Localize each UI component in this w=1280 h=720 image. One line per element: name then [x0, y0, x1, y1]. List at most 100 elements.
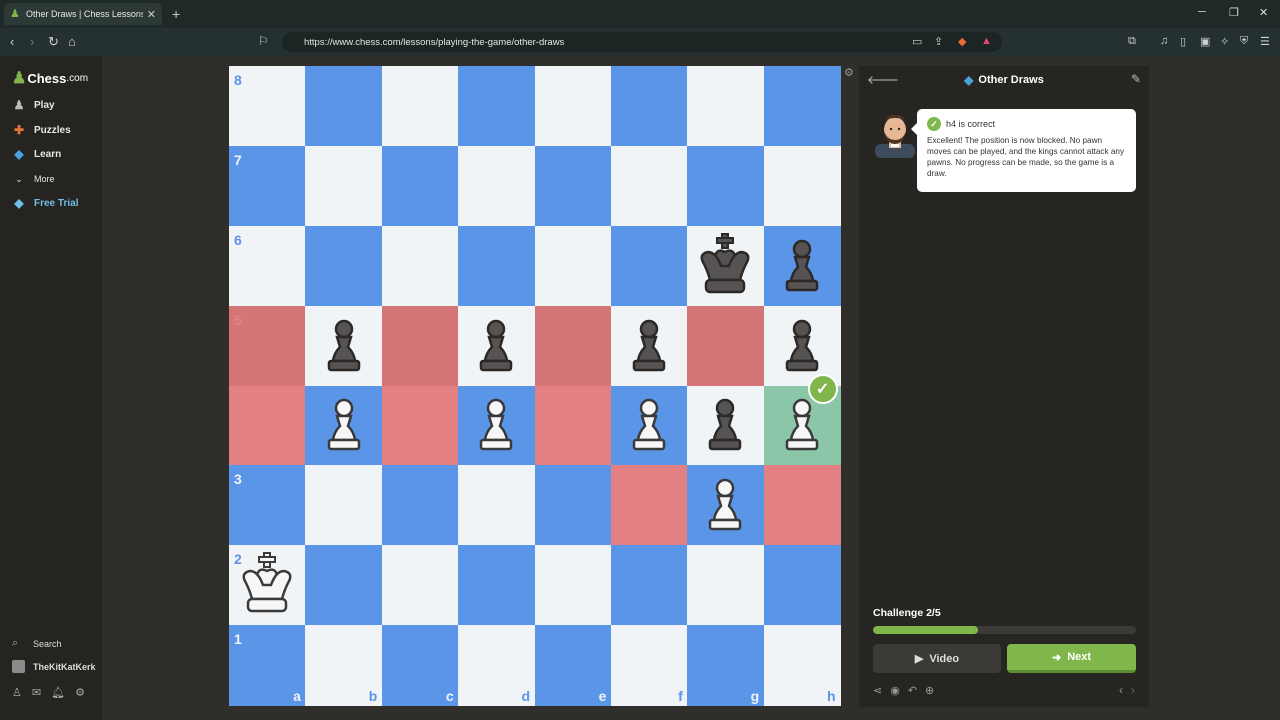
zoom-icon[interactable]: ⊕: [925, 684, 934, 697]
black-king-g6[interactable]: [687, 226, 763, 306]
square-h7[interactable]: [763, 145, 841, 227]
wallet-icon[interactable]: ▣: [1200, 35, 1210, 48]
square-g4[interactable]: [687, 385, 765, 466]
square-d6[interactable]: [458, 225, 535, 307]
reload-icon[interactable]: ↻: [48, 34, 59, 50]
square-h5[interactable]: [763, 305, 841, 386]
square-h1[interactable]: h: [763, 625, 841, 706]
square-c6[interactable]: [381, 225, 459, 307]
square-c2[interactable]: [381, 545, 459, 626]
sidebar-search[interactable]: ⌕ Search: [12, 637, 62, 650]
music-icon[interactable]: ♫: [1160, 35, 1168, 47]
cast-icon[interactable]: ▭: [912, 35, 922, 48]
square-c1[interactable]: c: [381, 625, 459, 706]
chess-board[interactable]: 876 5 4 3 2 1 a b c d e f g h ✓: [229, 66, 841, 706]
next-move-icon[interactable]: ›: [1131, 683, 1135, 697]
browser-tab[interactable]: ♟ Other Draws | Chess Lessons - C ✕: [4, 3, 162, 25]
square-e5[interactable]: [534, 305, 612, 386]
vpn-icon[interactable]: ⛨: [1240, 35, 1248, 48]
sidebar-toggle-icon[interactable]: ▯: [1180, 35, 1186, 48]
forward-icon[interactable]: ›: [30, 34, 34, 49]
black-pawn-f5[interactable]: [611, 306, 687, 386]
close-tab-icon[interactable]: ✕: [147, 8, 156, 21]
square-b3[interactable]: [305, 465, 383, 546]
square-a8[interactable]: 8: [229, 66, 306, 147]
square-c7[interactable]: [381, 145, 459, 227]
white-king-a2[interactable]: [229, 545, 305, 625]
white-pawn-g3[interactable]: [687, 465, 763, 545]
square-c3[interactable]: [381, 465, 459, 546]
white-pawn-d4[interactable]: [458, 386, 534, 466]
square-d4[interactable]: [458, 385, 535, 466]
square-h2[interactable]: [763, 545, 841, 626]
square-h3[interactable]: [763, 465, 841, 546]
square-g8[interactable]: [687, 66, 765, 147]
settings-gear-icon[interactable]: ⚙: [75, 686, 85, 699]
square-f3[interactable]: [610, 465, 688, 546]
square-g3[interactable]: [687, 465, 765, 546]
sidebar-item-learn[interactable]: ◆ Learn: [12, 147, 61, 161]
square-d2[interactable]: [458, 545, 535, 626]
unpin-icon[interactable]: ✎: [1131, 72, 1141, 86]
new-tab-icon[interactable]: +: [172, 6, 180, 22]
square-e2[interactable]: [534, 545, 612, 626]
square-c4[interactable]: [381, 385, 459, 466]
menu-icon[interactable]: ☰: [1260, 35, 1270, 48]
square-g2[interactable]: [687, 545, 765, 626]
square-c5[interactable]: [381, 305, 459, 386]
friends-icon[interactable]: ♙: [12, 686, 22, 699]
url-input[interactable]: https://www.chess.com/lessons/playing-th…: [282, 32, 1002, 52]
square-h6[interactable]: [763, 225, 841, 307]
black-pawn-b5[interactable]: [305, 306, 381, 386]
square-a5[interactable]: 5: [229, 305, 306, 386]
undo-icon[interactable]: ↶: [908, 684, 917, 697]
square-f5[interactable]: [610, 305, 688, 386]
black-pawn-d5[interactable]: [458, 306, 534, 386]
square-a3[interactable]: 3: [229, 465, 306, 546]
square-f2[interactable]: [610, 545, 688, 626]
square-e1[interactable]: e: [534, 625, 612, 706]
extensions-icon[interactable]: ⧉: [1128, 35, 1136, 48]
square-b6[interactable]: [305, 225, 383, 307]
square-a7[interactable]: 7: [229, 145, 306, 227]
sidebar-profile[interactable]: TheKitKatKerk: [12, 660, 96, 673]
white-pawn-f4[interactable]: [611, 386, 687, 466]
square-g5[interactable]: [687, 305, 765, 386]
back-icon[interactable]: ‹: [10, 34, 14, 49]
rewards-icon[interactable]: ▲: [981, 35, 992, 47]
sidebar-item-more[interactable]: ⌄ More: [12, 172, 54, 186]
square-a1[interactable]: 1a: [229, 625, 306, 706]
home-icon[interactable]: ⌂: [68, 34, 76, 49]
square-c8[interactable]: [381, 66, 459, 147]
square-f1[interactable]: f: [610, 625, 688, 706]
square-e3[interactable]: [534, 465, 612, 546]
restore-icon[interactable]: ❐: [1229, 6, 1239, 19]
square-h8[interactable]: [763, 66, 841, 147]
square-g1[interactable]: g: [687, 625, 765, 706]
chess-logo[interactable]: ♟ Chess .com: [12, 68, 88, 88]
square-b5[interactable]: [305, 305, 383, 386]
square-d8[interactable]: [458, 66, 535, 147]
square-b4[interactable]: [305, 385, 383, 466]
next-button[interactable]: ➜ Next: [1007, 644, 1136, 673]
leo-ai-icon[interactable]: ✧: [1220, 35, 1229, 48]
square-g7[interactable]: [687, 145, 765, 227]
black-pawn-g4[interactable]: [687, 386, 763, 466]
square-b1[interactable]: b: [305, 625, 383, 706]
black-pawn-h5[interactable]: [764, 306, 840, 386]
square-e8[interactable]: [534, 66, 612, 147]
square-f4[interactable]: [610, 385, 688, 466]
black-pawn-h6[interactable]: [764, 226, 840, 306]
square-a2[interactable]: 2: [229, 545, 306, 626]
square-b2[interactable]: [305, 545, 383, 626]
minimize-icon[interactable]: ─: [1198, 6, 1206, 18]
notifications-icon[interactable]: 🔔︎: [51, 686, 65, 699]
square-g6[interactable]: [687, 225, 765, 307]
square-b8[interactable]: [305, 66, 383, 147]
square-b7[interactable]: [305, 145, 383, 227]
close-window-icon[interactable]: ✕: [1259, 6, 1268, 19]
sidebar-item-puzzles[interactable]: ✚ Puzzles: [12, 123, 71, 137]
square-a4[interactable]: 4: [229, 385, 306, 466]
square-d1[interactable]: d: [458, 625, 535, 706]
previous-move-icon[interactable]: ‹: [1119, 683, 1123, 697]
